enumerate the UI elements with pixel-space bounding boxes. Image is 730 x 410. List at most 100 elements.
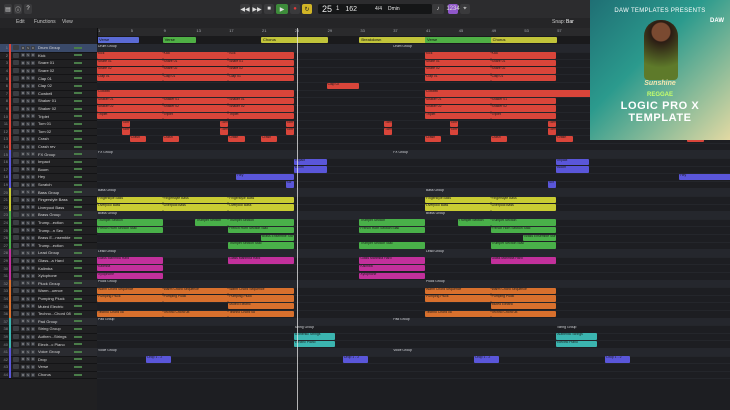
solo-button[interactable]: S bbox=[26, 372, 30, 377]
marker[interactable]: Verse bbox=[425, 37, 492, 43]
region[interactable]: Xylophone bbox=[97, 272, 163, 280]
region[interactable]: Glass Marimba Hard bbox=[490, 257, 557, 264]
solo-button[interactable]: S bbox=[26, 364, 30, 369]
region[interactable]: Trumpet Section bbox=[97, 219, 163, 226]
region[interactable]: Techno Chord 08 bbox=[97, 310, 163, 318]
solo-button[interactable]: S bbox=[26, 281, 30, 286]
region[interactable]: Pumping Pluck bbox=[425, 295, 491, 302]
mute-button[interactable]: M bbox=[21, 273, 25, 278]
region[interactable]: Authentic Strings bbox=[556, 333, 598, 340]
solo-button[interactable]: S bbox=[26, 152, 30, 157]
track-name[interactable]: Brass Group bbox=[38, 212, 72, 217]
solo-button[interactable]: S bbox=[26, 304, 30, 309]
mute-button[interactable]: M bbox=[21, 68, 25, 73]
region[interactable]: Trumpet Section Stac bbox=[359, 242, 425, 249]
region[interactable]: FX Group bbox=[392, 151, 589, 158]
help-button[interactable]: ? bbox=[24, 4, 32, 14]
region[interactable]: Voice Group bbox=[392, 349, 589, 356]
volume-fader[interactable] bbox=[74, 289, 82, 292]
solo-button[interactable]: S bbox=[26, 53, 30, 58]
volume-fader[interactable] bbox=[74, 350, 82, 353]
volume-fader[interactable] bbox=[74, 99, 82, 102]
track-name[interactable]: FX Group bbox=[38, 152, 72, 157]
solo-button[interactable]: S bbox=[26, 311, 30, 316]
volume-fader[interactable] bbox=[74, 373, 82, 376]
mute-button[interactable]: M bbox=[21, 266, 25, 271]
region[interactable]: Trumpet Section bbox=[228, 219, 294, 226]
region[interactable]: Fingerstyle Bass bbox=[490, 196, 557, 204]
solo-button[interactable]: S bbox=[26, 288, 30, 293]
track-name[interactable]: Crash rev bbox=[38, 144, 72, 149]
region[interactable]: Kick bbox=[97, 52, 163, 59]
volume-fader[interactable] bbox=[74, 251, 82, 254]
volume-fader[interactable] bbox=[74, 69, 82, 72]
track-name[interactable]: Clap 02 bbox=[38, 83, 72, 88]
track-name[interactable]: Snare 01 bbox=[38, 60, 72, 65]
solo-button[interactable]: S bbox=[26, 220, 30, 225]
solo-button[interactable]: S bbox=[26, 106, 30, 111]
region[interactable]: Techno Chord 08 bbox=[162, 310, 229, 318]
track-name[interactable]: Warm...uence bbox=[38, 288, 72, 293]
record-enable-button[interactable]: R bbox=[31, 159, 35, 164]
record-enable-button[interactable]: R bbox=[31, 311, 35, 316]
mute-button[interactable]: M bbox=[21, 364, 25, 369]
mute-button[interactable]: M bbox=[21, 342, 25, 347]
record-enable-button[interactable]: R bbox=[31, 76, 35, 81]
menu-view[interactable]: View bbox=[62, 19, 73, 25]
region[interactable]: Triplet bbox=[228, 112, 294, 120]
region[interactable]: Brass Ensemble Sta bbox=[261, 234, 294, 242]
region[interactable]: Pad Group bbox=[392, 318, 589, 325]
mute-button[interactable]: M bbox=[21, 159, 25, 164]
track-name[interactable]: Cowbell bbox=[38, 91, 72, 96]
solo-button[interactable]: S bbox=[26, 197, 30, 202]
marker[interactable]: Breakdown bbox=[359, 37, 426, 43]
marker[interactable]: Verse bbox=[97, 37, 139, 43]
region[interactable]: Tom bbox=[449, 120, 458, 128]
solo-button[interactable]: S bbox=[26, 136, 30, 141]
track-name[interactable]: String Group bbox=[38, 326, 72, 331]
region[interactable]: Impact bbox=[556, 158, 589, 166]
region[interactable]: Crash bbox=[425, 135, 442, 143]
record-enable-button[interactable]: R bbox=[31, 121, 35, 126]
region[interactable]: Trumpet Section bbox=[490, 219, 557, 226]
marker[interactable]: Chorus bbox=[490, 37, 558, 43]
track-name[interactable]: Pad Group bbox=[38, 319, 72, 324]
region[interactable]: Crash bbox=[556, 135, 573, 143]
mute-button[interactable]: M bbox=[21, 311, 25, 316]
mute-button[interactable]: M bbox=[21, 190, 25, 195]
mute-button[interactable]: M bbox=[21, 76, 25, 81]
tuner-button[interactable]: ♪ bbox=[432, 4, 444, 14]
volume-fader[interactable] bbox=[74, 137, 82, 140]
record-enable-button[interactable]: R bbox=[31, 68, 35, 73]
region[interactable]: FX Group bbox=[97, 151, 294, 158]
volume-fader[interactable] bbox=[74, 343, 82, 346]
record-enable-button[interactable]: R bbox=[31, 266, 35, 271]
volume-fader[interactable] bbox=[74, 175, 82, 178]
region[interactable]: Pluck Group bbox=[97, 280, 294, 287]
menu-edit[interactable]: Edit bbox=[16, 19, 25, 25]
record-enable-button[interactable]: R bbox=[31, 220, 35, 225]
track-name[interactable]: Pumping Pluck bbox=[38, 296, 72, 301]
region[interactable]: Warm Chord Sequence bbox=[490, 287, 557, 295]
region[interactable]: Bass Group bbox=[97, 189, 294, 196]
record-enable-button[interactable]: R bbox=[31, 342, 35, 347]
region[interactable]: Pad Group bbox=[97, 318, 294, 325]
region[interactable]: Boom bbox=[293, 166, 327, 173]
mute-button[interactable]: M bbox=[21, 205, 25, 210]
forward-button[interactable]: ▶▶ bbox=[252, 4, 262, 14]
track-name[interactable]: Hey bbox=[38, 174, 72, 179]
record-enable-button[interactable]: R bbox=[31, 83, 35, 88]
region[interactable]: Lead Group bbox=[97, 250, 294, 257]
record-enable-button[interactable]: R bbox=[31, 174, 35, 179]
region[interactable]: Techno Chord 08 bbox=[228, 310, 294, 318]
track-name[interactable]: Kick bbox=[38, 53, 72, 58]
region[interactable]: Hey bbox=[236, 173, 294, 181]
mute-button[interactable]: M bbox=[21, 106, 25, 111]
region[interactable]: Triplet bbox=[425, 112, 491, 120]
region[interactable]: Kick bbox=[425, 52, 491, 59]
solo-button[interactable]: S bbox=[26, 205, 30, 210]
volume-fader[interactable] bbox=[74, 191, 82, 194]
track-name[interactable]: Liverpool Bass bbox=[38, 205, 72, 210]
region[interactable]: Scr bbox=[548, 181, 557, 188]
record-enable-button[interactable]: R bbox=[31, 364, 35, 369]
